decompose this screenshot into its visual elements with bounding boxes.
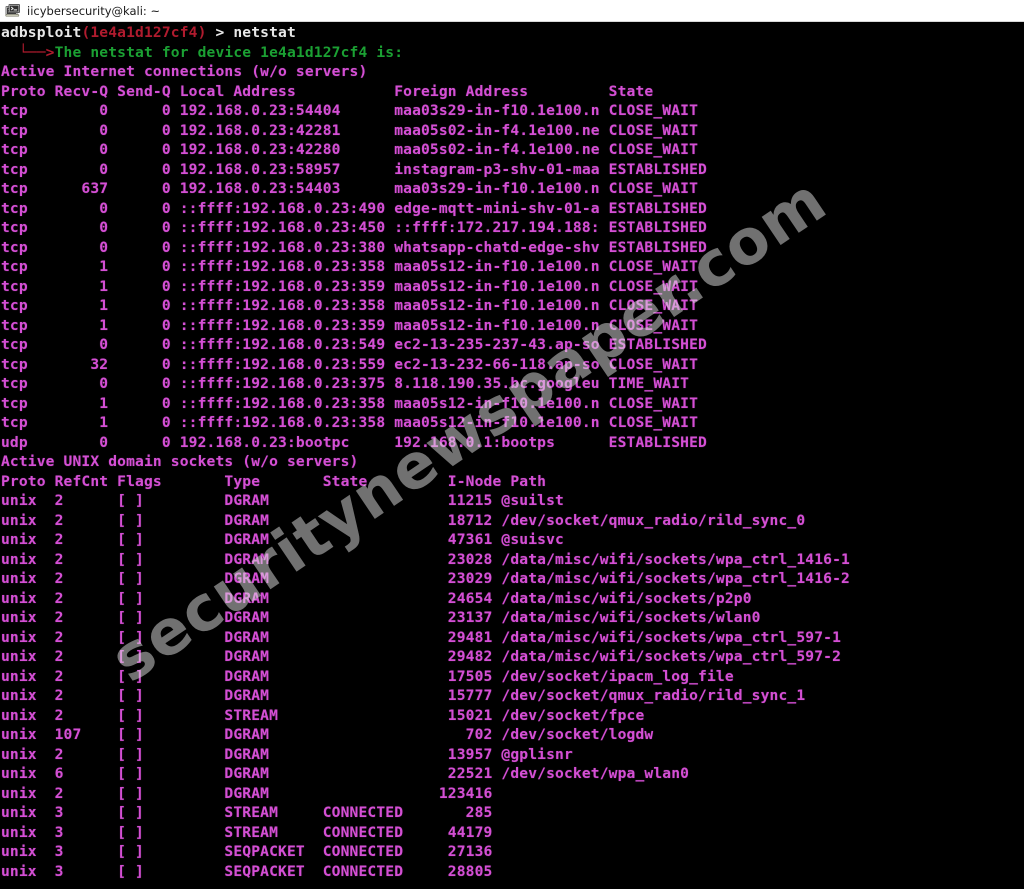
table-row: unix 3 [ ] STREAM CONNECTED 44179 (1, 823, 502, 841)
table-row: unix 3 [ ] SEQPACKET CONNECTED 28805 (1, 862, 502, 880)
table-row: unix 2 [ ] DGRAM 24654 /data/misc/wifi/s… (1, 589, 752, 607)
table-row: tcp 0 0 192.168.0.23:42281 maa05s02-in-f… (1, 121, 707, 139)
status-arrow: └──> (1, 43, 55, 61)
status-text: The netstat for device 1e4a1d127cf4 is: (54, 43, 404, 61)
table-row: unix 2 [ ] DGRAM 23137 /data/misc/wifi/s… (1, 609, 761, 626)
prompt-app: adbsploit (1, 24, 82, 41)
table-row: udp 0 0 192.168.0.23:bootpc 192.168.0.1:… (1, 433, 707, 451)
table-row: tcp 0 0 192.168.0.23:54404 maa03s29-in-f… (1, 102, 707, 119)
table-row: tcp 0 0 ::ffff:192.168.0.23:450 ::ffff:1… (1, 219, 707, 236)
table-row: unix 2 [ ] DGRAM 29482 /data/misc/wifi/s… (1, 648, 842, 665)
table-row: unix 2 [ ] DGRAM 17505 /dev/socket/ipacm… (1, 667, 734, 685)
table-row: tcp 1 0 ::ffff:192.168.0.23:358 maa05s12… (1, 394, 707, 412)
terminal-screen[interactable]: adbsploit(1e4a1d127cf4) > netstat └──>Th… (0, 22, 1024, 889)
table-row: unix 3 [ ] STREAM CONNECTED 285 (1, 804, 502, 821)
window-titlebar: iicybersecurity@kali: ~ (0, 0, 1024, 22)
terminal-icon (5, 3, 21, 19)
table-row: unix 2 [ ] DGRAM 123416 (1, 784, 502, 802)
table-row: unix 2 [ ] DGRAM 18712 /dev/socket/qmux_… (1, 511, 806, 529)
table-row: tcp 1 0 ::ffff:192.168.0.23:358 maa05s12… (1, 414, 707, 431)
unix-sockets-table: unix 2 [ ] DGRAM 11215 @suilst unix 2 [ … (1, 491, 850, 881)
table-row: unix 3 [ ] SEQPACKET CONNECTED 27136 (1, 843, 502, 860)
table-row: unix 2 [ ] DGRAM 13957 @gplisnr (1, 745, 573, 763)
table-row: tcp 0 0 192.168.0.23:42280 maa05s02-in-f… (1, 141, 707, 158)
table-row: unix 2 [ ] DGRAM 23029 /data/misc/wifi/s… (1, 570, 850, 587)
table-row: tcp 32 0 ::ffff:192.168.0.23:559 ec2-13-… (1, 355, 707, 373)
prompt-separator: > (215, 24, 234, 41)
terminal-output: adbsploit(1e4a1d127cf4) > netstat └──>Th… (0, 22, 850, 881)
table-row: unix 107 [ ] DGRAM 702 /dev/socket/logdw (1, 726, 654, 743)
table-row: tcp 0 0 192.168.0.23:58957 instagram-p3-… (1, 160, 707, 178)
prompt-line: adbsploit(1e4a1d127cf4) > netstat (1, 23, 850, 43)
table-row: unix 2 [ ] DGRAM 47361 @suisvc (1, 531, 564, 548)
internet-table-header: Proto Recv-Q Send-Q Local Address Foreig… (1, 82, 707, 100)
window-title: iicybersecurity@kali: ~ (27, 3, 161, 18)
table-row: tcp 1 0 ::ffff:192.168.0.23:359 maa05s12… (1, 316, 707, 334)
table-row: unix 2 [ ] DGRAM 15777 /dev/socket/qmux_… (1, 687, 806, 704)
internet-connections-table: tcp 0 0 192.168.0.23:54404 maa03s29-in-f… (1, 101, 850, 452)
table-row: unix 2 [ ] DGRAM 29481 /data/misc/wifi/s… (1, 628, 842, 646)
table-row: tcp 1 0 ::ffff:192.168.0.23:358 maa05s12… (1, 258, 707, 275)
table-row: tcp 0 0 ::ffff:192.168.0.23:549 ec2-13-2… (1, 336, 707, 353)
table-row: unix 6 [ ] DGRAM 22521 /dev/socket/wpa_w… (1, 765, 690, 782)
table-row: tcp 0 0 ::ffff:192.168.0.23:375 8.118.19… (1, 375, 707, 392)
unix-table-header: Proto RefCnt Flags Type State I-Node Pat… (1, 472, 547, 490)
unix-section-heading: Active UNIX domain sockets (w/o servers) (1, 453, 359, 470)
table-row: tcp 637 0 192.168.0.23:54403 maa03s29-in… (1, 180, 707, 197)
status-line: └──>The netstat for device 1e4a1d127cf4 … (1, 43, 850, 63)
table-row: tcp 0 0 ::ffff:192.168.0.23:380 whatsapp… (1, 238, 707, 256)
prompt-device-id: (1e4a1d127cf4) (81, 24, 207, 41)
table-row: tcp 1 0 ::ffff:192.168.0.23:358 maa05s12… (1, 297, 707, 314)
table-row: tcp 0 0 ::ffff:192.168.0.23:490 edge-mqt… (1, 199, 707, 217)
table-row: tcp 1 0 ::ffff:192.168.0.23:359 maa05s12… (1, 277, 707, 295)
table-row: unix 2 [ ] DGRAM 11215 @suilst (1, 492, 564, 509)
prompt-command: netstat (233, 24, 296, 41)
table-row: unix 2 [ ] DGRAM 23028 /data/misc/wifi/s… (1, 550, 850, 568)
internet-section-heading: Active Internet connections (w/o servers… (1, 63, 368, 80)
table-row: unix 2 [ ] STREAM 15021 /dev/socket/fpce (1, 706, 645, 724)
